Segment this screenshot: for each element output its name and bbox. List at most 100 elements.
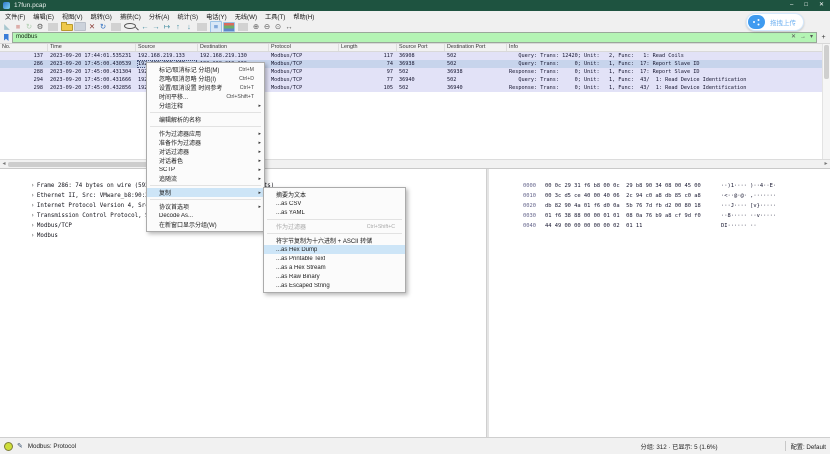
- go-last-icon[interactable]: ↓: [184, 22, 194, 32]
- filter-dropdown-icon[interactable]: ▾: [810, 33, 813, 42]
- toolbar-separator[interactable]: [48, 23, 58, 31]
- colorize-icon[interactable]: [223, 22, 235, 32]
- toolbar-separator[interactable]: [238, 23, 248, 31]
- submenu-item[interactable]: ...as Escaped String: [264, 281, 405, 290]
- pane-splitter[interactable]: [486, 167, 489, 437]
- packet-row[interactable]: 288 2023-09-20 17:45:00.431304 192.168.2…: [0, 68, 830, 76]
- maximize-button[interactable]: □: [804, 0, 808, 11]
- expert-info-icon[interactable]: [4, 442, 13, 451]
- filter-apply-icon[interactable]: →: [800, 33, 806, 42]
- context-menu-item[interactable]: 复制: [147, 188, 264, 197]
- filter-add-button[interactable]: +: [819, 33, 828, 42]
- context-menu-item[interactable]: 忽略/取消忽略 分组(I) Ctrl+D: [147, 74, 264, 83]
- go-to-packet-icon[interactable]: ↦: [162, 22, 172, 32]
- context-menu-item[interactable]: 追随流: [147, 174, 264, 183]
- menubar-item[interactable]: 文件(F): [5, 12, 25, 21]
- context-menu-item[interactable]: 协议首选项: [147, 202, 264, 211]
- display-filter-input[interactable]: modbus ✕ → ▾: [12, 32, 817, 43]
- resize-columns-icon[interactable]: ↔: [284, 22, 294, 32]
- column-header[interactable]: No.: [0, 43, 48, 51]
- menubar-item[interactable]: 分析(A): [149, 12, 170, 21]
- context-menu-item[interactable]: Decode As...: [147, 211, 264, 220]
- hex-row[interactable]: 000000 0c 29 31 f6 b8 00 0c 29 b8 90 34 …: [489, 171, 830, 181]
- menubar-item[interactable]: 捕获(C): [120, 12, 141, 21]
- menubar-item[interactable]: 跳转(G): [91, 12, 112, 21]
- column-header[interactable]: Time: [48, 43, 136, 51]
- submenu-item[interactable]: ...as CSV: [264, 199, 405, 208]
- context-menu-item[interactable]: 对话过滤器: [147, 147, 264, 156]
- zoom-out-icon[interactable]: ⊖: [262, 22, 272, 32]
- column-header[interactable]: Source: [136, 43, 198, 51]
- packet-list-hscrollbar[interactable]: ◂ ▸: [0, 159, 830, 169]
- column-header[interactable]: Protocol: [269, 43, 339, 51]
- submenu-item[interactable]: 作为过滤器 Ctrl+Shift+C: [264, 222, 405, 231]
- context-menu-item[interactable]: 准备作为过滤器: [147, 138, 264, 147]
- packet-row[interactable]: 298 2023-09-20 17:45:00.432856 192.168.2…: [0, 84, 830, 92]
- go-first-icon[interactable]: ↑: [173, 22, 183, 32]
- context-menu-item[interactable]: 分组注释: [147, 101, 264, 110]
- stop-capture-icon[interactable]: ■: [13, 22, 23, 32]
- cell-length: 77: [339, 76, 397, 84]
- menu-item-label: ...as Printable Text: [276, 256, 325, 262]
- submenu-item[interactable]: ...as YAML: [264, 208, 405, 217]
- cell-protocol: Modbus/TCP: [269, 52, 339, 60]
- menubar-item[interactable]: 电话(Y): [206, 12, 227, 21]
- context-menu-item[interactable]: 设置/取消设置 时间参考 Ctrl+T: [147, 83, 264, 92]
- menubar-item[interactable]: 视图(V): [62, 12, 83, 21]
- submenu-item[interactable]: 将字节复制为十六进制 + ASCII 转储: [264, 236, 405, 245]
- restart-capture-icon[interactable]: ↻: [24, 22, 34, 32]
- capture-options-icon[interactable]: ⚙: [35, 22, 45, 32]
- submenu-item[interactable]: ...as Printable Text: [264, 254, 405, 263]
- scroll-right-icon[interactable]: ▸: [822, 160, 830, 168]
- context-menu-item[interactable]: SCTP: [147, 165, 264, 174]
- packet-row[interactable]: 294 2023-09-20 17:45:00.431666 192.168.2…: [0, 76, 830, 84]
- go-back-icon[interactable]: ←: [140, 22, 150, 32]
- menubar-item[interactable]: 编辑(E): [33, 12, 54, 21]
- find-packet-icon[interactable]: [124, 23, 136, 29]
- context-menu-item[interactable]: 标记/取消标记 分组(M) Ctrl+M: [147, 65, 264, 74]
- scroll-left-icon[interactable]: ◂: [0, 160, 8, 168]
- filter-clear-icon[interactable]: ✕: [791, 33, 796, 42]
- reload-icon[interactable]: ↻: [98, 22, 108, 32]
- capture-comment-icon[interactable]: ✎: [17, 443, 23, 450]
- close-button[interactable]: ✕: [819, 0, 824, 11]
- filter-bookmark-icon[interactable]: [1, 33, 11, 42]
- menubar-item[interactable]: 帮助(H): [293, 12, 314, 21]
- close-file-icon[interactable]: ✕: [87, 22, 97, 32]
- packet-row[interactable]: 137 2023-09-20 17:44:01.535231 192.168.2…: [0, 52, 830, 60]
- packet-list-vscrollbar[interactable]: [822, 43, 830, 159]
- zoom-reset-icon[interactable]: ⊙: [273, 22, 283, 32]
- packet-row[interactable]: 286 2023-09-20 17:45:00.430539 192.168.2…: [0, 60, 830, 68]
- submenu-item[interactable]: ...as Raw Binary: [264, 272, 405, 281]
- menubar-item[interactable]: 统计(S): [177, 12, 198, 21]
- column-header[interactable]: Destination: [198, 43, 269, 51]
- minimize-button[interactable]: –: [790, 0, 793, 11]
- toolbar-separator[interactable]: [111, 23, 121, 31]
- open-file-icon[interactable]: [61, 24, 73, 31]
- start-capture-icon[interactable]: ◣: [2, 22, 12, 32]
- context-menu-item[interactable]: 在新窗口显示分组(W): [147, 220, 264, 229]
- context-menu-item[interactable]: 对话着色: [147, 156, 264, 165]
- menubar-item[interactable]: 工具(T): [265, 12, 285, 21]
- context-menu-item[interactable]: 作为过滤器应用: [147, 129, 264, 138]
- column-header[interactable]: Info: [507, 43, 830, 51]
- auto-scroll-icon[interactable]: ≡: [210, 21, 222, 33]
- submenu-item[interactable]: ...as Hex Dump: [264, 245, 405, 254]
- column-header[interactable]: Length: [339, 43, 397, 51]
- context-menu-item[interactable]: 时间平移... Ctrl+Shift+T: [147, 92, 264, 101]
- menu-item-shortcut: Ctrl+Shift+T: [221, 94, 254, 100]
- submenu-item[interactable]: ...as a Hex Stream: [264, 263, 405, 272]
- toolbar-separator[interactable]: [197, 23, 207, 31]
- profile-label[interactable]: 配置: Default: [791, 442, 826, 451]
- go-forward-icon[interactable]: →: [151, 22, 161, 32]
- save-file-icon[interactable]: [74, 22, 86, 31]
- context-menu-item[interactable]: 编辑解析的名称: [147, 115, 264, 124]
- column-header[interactable]: Destination Port: [445, 43, 507, 51]
- menu-item-label: 作为过滤器: [276, 222, 306, 231]
- cell-source-port: 36938: [397, 60, 445, 68]
- menubar-item[interactable]: 无线(W): [235, 12, 257, 21]
- upload-button[interactable]: 拖拽上传: [746, 13, 804, 31]
- zoom-in-icon[interactable]: ⊕: [251, 22, 261, 32]
- submenu-item[interactable]: 摘要为文本: [264, 190, 405, 199]
- column-header[interactable]: Source Port: [397, 43, 445, 51]
